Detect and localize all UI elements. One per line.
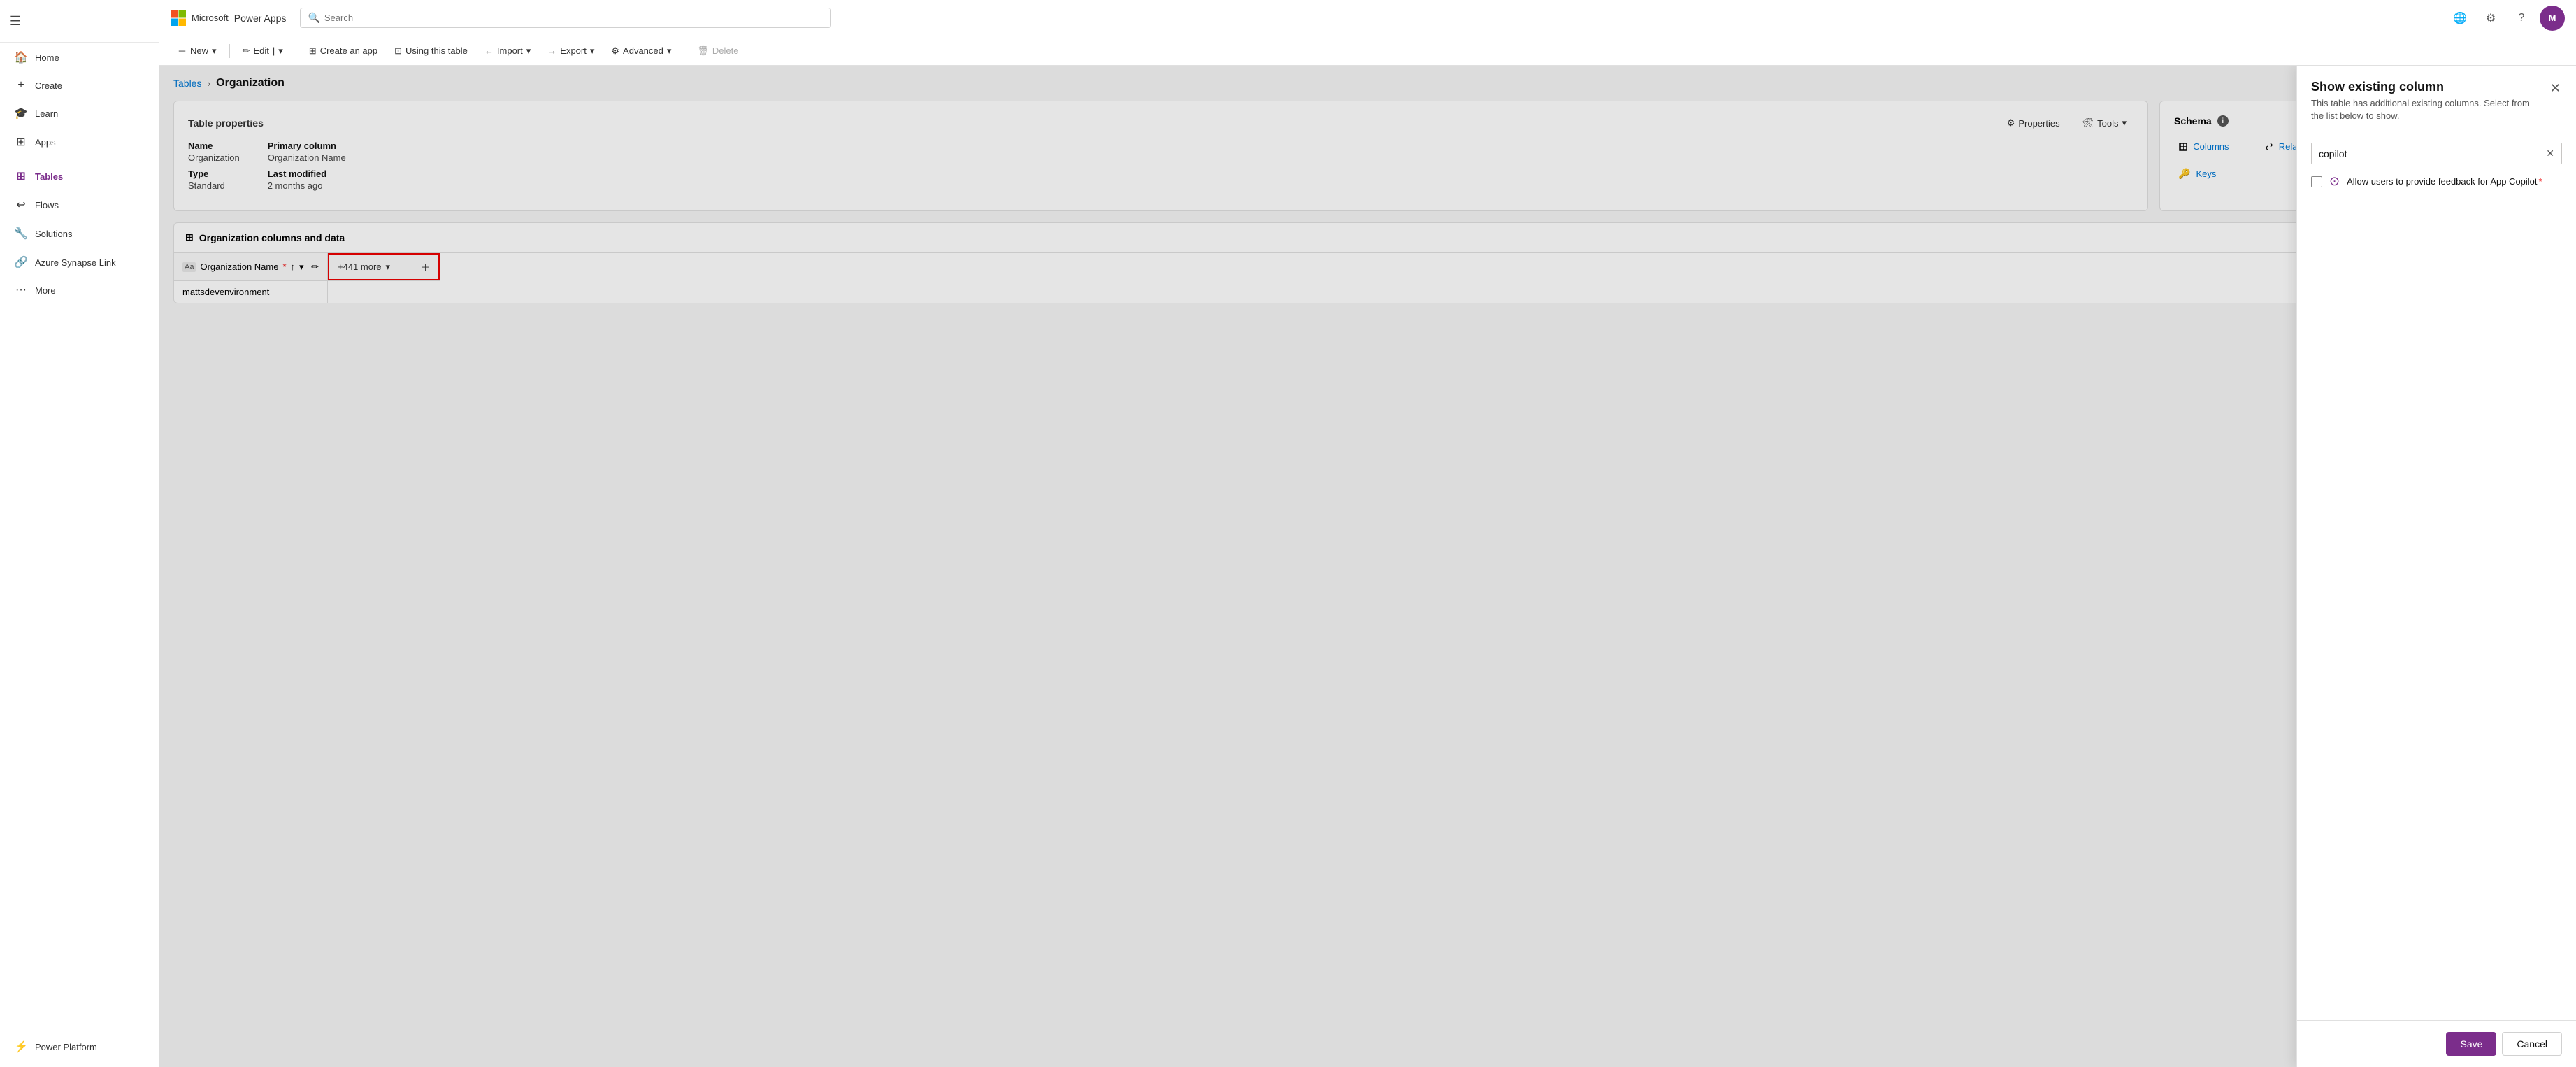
- panel-search-input[interactable]: [2319, 148, 2542, 159]
- delete-icon: 🗑: [697, 45, 709, 57]
- new-dropdown-icon: ▾: [212, 45, 217, 57]
- sidebar-item-learn-label: Learn: [35, 108, 58, 119]
- panel-close-button[interactable]: ✕: [2549, 80, 2562, 97]
- export-dropdown-icon: ▾: [590, 45, 595, 57]
- apps-icon: ⊞: [14, 135, 28, 149]
- using-this-table-button[interactable]: ⊡ Using this table: [387, 42, 475, 60]
- panel-save-button[interactable]: Save: [2446, 1032, 2496, 1056]
- import-icon: ←: [484, 45, 494, 56]
- sidebar-item-tables[interactable]: ⊞ Tables: [3, 162, 156, 190]
- toggle-icon: ⊙: [2329, 174, 2340, 189]
- panel-overlay[interactable]: [159, 66, 2576, 1067]
- panel-cancel-button[interactable]: Cancel: [2502, 1032, 2562, 1056]
- sidebar-item-apps-label: Apps: [35, 137, 56, 148]
- panel-checkbox-row: ⊙ Allow users to provide feedback for Ap…: [2311, 174, 2562, 189]
- sidebar-item-apps[interactable]: ⊞ Apps: [3, 128, 156, 156]
- topbar-globe-icon[interactable]: 🌐: [2447, 6, 2473, 31]
- export-icon: →: [547, 45, 556, 56]
- sidebar-item-solutions[interactable]: 🔧 Solutions: [3, 220, 156, 248]
- sidebar-item-power-platform-label: Power Platform: [35, 1042, 97, 1052]
- power-platform-icon: ⚡: [14, 1040, 28, 1054]
- sidebar-item-power-platform[interactable]: ⚡ Power Platform: [3, 1033, 156, 1061]
- search-box[interactable]: 🔍: [300, 8, 831, 28]
- panel-header: Show existing column This table has addi…: [2297, 66, 2576, 131]
- topbar-help-icon[interactable]: ?: [2509, 6, 2534, 31]
- sidebar-item-home[interactable]: 🏠 Home: [3, 43, 156, 71]
- azure-synapse-icon: 🔗: [14, 255, 28, 269]
- more-icon: ···: [14, 284, 28, 296]
- panel-title: Show existing column: [2311, 80, 2542, 94]
- app-logo: Microsoft Power Apps: [171, 10, 286, 26]
- content-area: Tables › Organization Table properties ⚙…: [159, 66, 2576, 1067]
- ms-logo-icon: [171, 10, 186, 26]
- sidebar-item-solutions-label: Solutions: [35, 229, 72, 239]
- solutions-icon: 🔧: [14, 227, 28, 241]
- sidebar-item-flows-label: Flows: [35, 200, 59, 210]
- flows-icon: ↩: [14, 198, 28, 212]
- sidebar-item-learn[interactable]: 🎓 Learn: [3, 99, 156, 127]
- sidebar-item-azure-synapse[interactable]: 🔗 Azure Synapse Link: [3, 248, 156, 276]
- learn-icon: 🎓: [14, 106, 28, 120]
- topbar-app-name: Power Apps: [234, 13, 287, 24]
- sidebar-item-tables-label: Tables: [35, 171, 63, 182]
- show-existing-column-panel: Show existing column This table has addi…: [2296, 66, 2576, 1067]
- edit-button[interactable]: ✏ Edit | ▾: [236, 42, 290, 60]
- toolbar: ＋ New ▾ ✏ Edit | ▾ ⊞ Create an app ⊡ Usi…: [159, 36, 2576, 66]
- new-button[interactable]: ＋ New ▾: [171, 41, 224, 61]
- topbar-ms-label: Microsoft: [192, 13, 229, 23]
- toolbar-sep-1: [229, 44, 230, 58]
- menu-icon[interactable]: ☰: [0, 6, 31, 36]
- edit-arrow-icon: ▾: [278, 45, 283, 57]
- export-button[interactable]: → Export ▾: [540, 42, 601, 60]
- topbar-settings-icon[interactable]: ⚙: [2478, 6, 2503, 31]
- import-dropdown-icon: ▾: [526, 45, 531, 57]
- sidebar-item-azure-synapse-label: Azure Synapse Link: [35, 257, 116, 268]
- topbar-actions: 🌐 ⚙ ? M: [2447, 6, 2565, 31]
- panel-subtitle: This table has additional existing colum…: [2311, 97, 2542, 122]
- home-icon: 🏠: [14, 50, 28, 64]
- panel-footer: Save Cancel: [2297, 1020, 2576, 1067]
- search-icon: 🔍: [308, 12, 319, 24]
- create-app-icon: ⊞: [309, 45, 317, 57]
- required-star: *: [2539, 176, 2542, 187]
- panel-search-clear-icon[interactable]: ✕: [2546, 148, 2554, 159]
- advanced-dropdown-icon: ▾: [667, 45, 672, 57]
- sidebar-item-create-label: Create: [35, 80, 62, 91]
- search-input[interactable]: [324, 13, 824, 23]
- topbar-avatar[interactable]: M: [2540, 6, 2565, 31]
- sidebar-item-more[interactable]: ··· More: [3, 277, 156, 303]
- create-icon: +: [14, 79, 28, 92]
- topbar: Microsoft Power Apps 🔍 🌐 ⚙ ? M: [159, 0, 2576, 36]
- tables-icon: ⊞: [14, 169, 28, 183]
- delete-button[interactable]: 🗑 Delete: [690, 42, 745, 60]
- advanced-icon: ⚙: [611, 45, 619, 57]
- edit-icon: ✏: [243, 45, 250, 57]
- using-this-table-icon: ⊡: [394, 45, 402, 57]
- import-button[interactable]: ← Import ▾: [477, 42, 538, 60]
- sidebar-item-flows[interactable]: ↩ Flows: [3, 191, 156, 219]
- panel-search-box[interactable]: ✕: [2311, 143, 2562, 164]
- advanced-button[interactable]: ⚙ Advanced ▾: [604, 42, 678, 60]
- main-area: Microsoft Power Apps 🔍 🌐 ⚙ ? M ＋ New ▾ ✏…: [159, 0, 2576, 1067]
- sidebar-item-create[interactable]: + Create: [3, 72, 156, 99]
- allow-feedback-checkbox[interactable]: [2311, 176, 2322, 187]
- new-icon: ＋: [178, 44, 187, 57]
- sidebar-item-home-label: Home: [35, 52, 59, 63]
- sidebar-item-more-label: More: [35, 285, 56, 296]
- create-app-button[interactable]: ⊞ Create an app: [302, 42, 384, 60]
- allow-feedback-label: Allow users to provide feedback for App …: [2347, 176, 2542, 187]
- sidebar: ☰ 🏠 Home+ Create🎓 Learn⊞ Apps⊞ Tables↩ F…: [0, 0, 159, 1067]
- edit-dropdown-icon: |: [273, 45, 275, 56]
- panel-body: ✕ ⊙ Allow users to provide feedback for …: [2297, 131, 2576, 1020]
